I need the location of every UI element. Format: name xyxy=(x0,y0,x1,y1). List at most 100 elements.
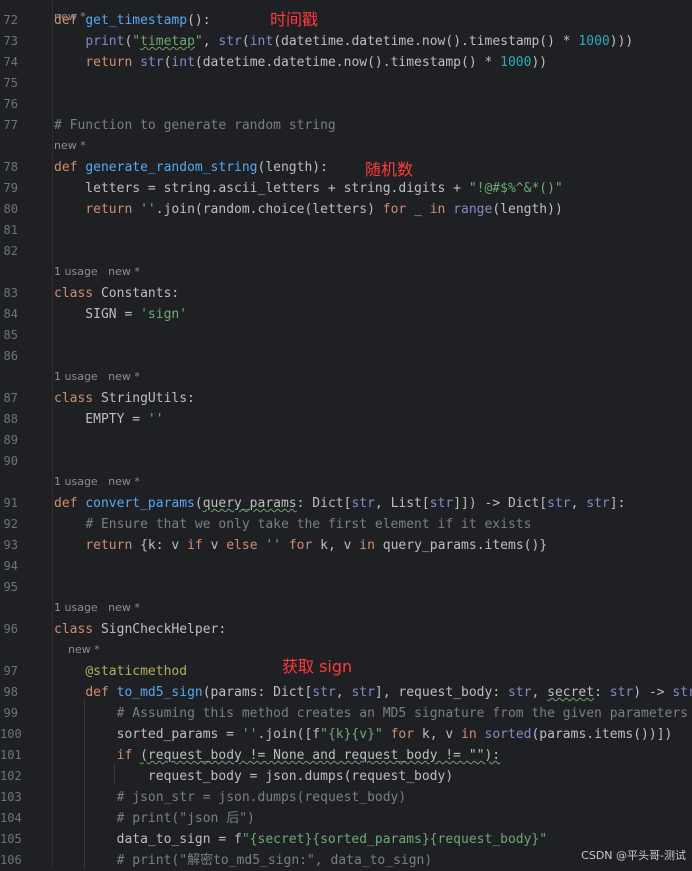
code-token: if xyxy=(187,538,211,553)
inlay-hint: 1 usage new * xyxy=(0,600,692,616)
code-line[interactable]: 80 return ''.join(random.choice(letters)… xyxy=(0,199,692,220)
code-editor[interactable]: new * 72 def get_timestamp(): 73 print("ti… xyxy=(0,0,692,868)
inlay-hint: new * xyxy=(0,0,692,23)
code-token: (params.items())]) xyxy=(531,727,673,742)
code-line[interactable]: 73 print("timetap", str(int(datetime.dat… xyxy=(0,31,692,52)
code-text: sorted_params = ''.join([f"{k}{v}" for k… xyxy=(54,724,673,745)
code-line[interactable]: 87 class StringUtils: xyxy=(0,388,692,409)
inlay-hint: 1 usage new * xyxy=(0,474,692,490)
code-text: print("timetap", str(int(datetime.dateti… xyxy=(54,31,633,52)
code-token: " xyxy=(194,34,203,49)
code-token: def xyxy=(54,496,86,511)
code-text: class Constants: xyxy=(54,283,179,304)
code-token: class xyxy=(54,391,101,406)
code-line[interactable]: 92 # Ensure that we only take the first … xyxy=(0,514,692,535)
code-line[interactable]: 88 EMPTY = '' xyxy=(0,409,692,430)
code-token: int xyxy=(171,55,195,70)
code-text: # Function to generate random string xyxy=(54,115,336,136)
code-token: in xyxy=(429,202,454,217)
code-text: def to_md5_sign(params: Dict[str, str], … xyxy=(54,682,692,703)
code-token: letters = string.ascii_letters + string.… xyxy=(54,181,469,196)
code-token: data_to_sign = f xyxy=(54,832,242,847)
code-line[interactable]: 96 class SignCheckHelper: xyxy=(0,619,692,640)
code-token: str xyxy=(218,34,242,49)
code-token: def xyxy=(54,160,86,175)
code-line[interactable]: 83 class Constants: xyxy=(0,283,692,304)
line-number: 88 xyxy=(3,412,18,426)
inlay-hint: new * xyxy=(0,138,692,154)
code-line[interactable]: 74 return str(int(datetime.datetime.now(… xyxy=(0,52,692,73)
inlay-hint-text: 1 usage new * xyxy=(54,370,140,383)
inlay-hint: 1 usage new * xyxy=(0,264,692,280)
code-line[interactable]: 84 SIGN = 'sign' xyxy=(0,304,692,325)
line-number: 92 xyxy=(3,517,18,531)
code-line[interactable]: 77 # Function to generate random string xyxy=(0,115,692,136)
code-token: to_md5_sign xyxy=(116,685,203,700)
code-text: # json_str = json.dumps(request_body) xyxy=(54,787,407,808)
csdn-watermark: CSDN @平头哥-测试 xyxy=(581,849,686,862)
code-token: str xyxy=(609,685,634,700)
indent-guide xyxy=(114,763,115,784)
code-line[interactable]: 82 xyxy=(0,241,692,262)
line-number: 73 xyxy=(3,34,18,48)
code-token: if xyxy=(116,748,141,763)
code-line[interactable]: 76 xyxy=(0,94,692,115)
code-line[interactable]: 95 xyxy=(0,577,692,598)
code-line[interactable]: 75 xyxy=(0,73,692,94)
code-token: print xyxy=(85,34,125,49)
code-token: (length)) xyxy=(492,202,563,217)
code-token: str xyxy=(507,685,532,700)
code-token: str xyxy=(312,685,336,700)
code-line[interactable]: 85 xyxy=(0,325,692,346)
code-line[interactable]: 72 def get_timestamp(): xyxy=(0,10,692,31)
code-line[interactable]: 86 xyxy=(0,346,692,367)
line-number: 95 xyxy=(3,580,18,594)
inlay-hint: 1 usage new * xyxy=(0,369,692,385)
code-line[interactable]: 91 def convert_params(query_params: Dict[… xyxy=(0,493,692,514)
code-line[interactable]: 79 letters = string.ascii_letters + stri… xyxy=(0,178,692,199)
code-line[interactable]: 100 sorted_params = ''.join([f"{k}{v}" f… xyxy=(0,724,692,745)
line-number: 83 xyxy=(3,286,18,300)
line-number: 82 xyxy=(3,244,18,258)
code-line[interactable]: 81 xyxy=(0,220,692,241)
code-token: str xyxy=(351,685,375,700)
code-line[interactable]: 99 # Assuming this method creates an MD5… xyxy=(0,703,692,724)
code-token: class xyxy=(54,622,101,637)
code-line[interactable]: 101 if (request_body != None and request… xyxy=(0,745,692,766)
inlay-hint-text: new * xyxy=(54,643,100,656)
code-token: "!@#$%^&*()" xyxy=(468,181,563,196)
code-line[interactable]: 90 xyxy=(0,451,692,472)
code-text: @staticmethod xyxy=(54,661,187,682)
code-token: '' xyxy=(241,727,258,742)
line-number: 94 xyxy=(3,559,18,573)
line-number: 85 xyxy=(3,328,18,342)
code-text: data_to_sign = f"{secret}{sorted_params}… xyxy=(54,829,547,850)
code-line[interactable]: 94 xyxy=(0,556,692,577)
code-token: , List[ xyxy=(374,496,430,511)
line-number: 91 xyxy=(3,496,18,510)
code-token: 1000 xyxy=(578,34,610,49)
line-number: 93 xyxy=(3,538,18,552)
code-text: class StringUtils: xyxy=(54,388,195,409)
code-token: , xyxy=(570,496,587,511)
code-line[interactable]: 78 def generate_random_string(length): xyxy=(0,157,692,178)
code-token: # Ensure that we only take the first ele… xyxy=(85,517,532,532)
code-line[interactable]: 104 # print("json 后") xyxy=(0,808,692,829)
inlay-hint-text: 1 usage new * xyxy=(54,475,140,488)
annotation-timestamp: 时间戳 xyxy=(270,10,319,29)
code-token: ))) xyxy=(609,34,634,49)
code-token: (): xyxy=(187,13,211,28)
code-text: EMPTY = '' xyxy=(54,409,163,430)
line-number: 96 xyxy=(3,622,18,636)
code-line[interactable]: 89 xyxy=(0,430,692,451)
code-line[interactable]: 102 request_body = json.dumps(request_bo… xyxy=(0,766,692,787)
code-line[interactable]: 103 # json_str = json.dumps(request_body… xyxy=(0,787,692,808)
code-line[interactable]: 93 return {k: v if v else '' for k, v in… xyxy=(0,535,692,556)
code-line[interactable]: 98 def to_md5_sign(params: Dict[str, str… xyxy=(0,682,692,703)
